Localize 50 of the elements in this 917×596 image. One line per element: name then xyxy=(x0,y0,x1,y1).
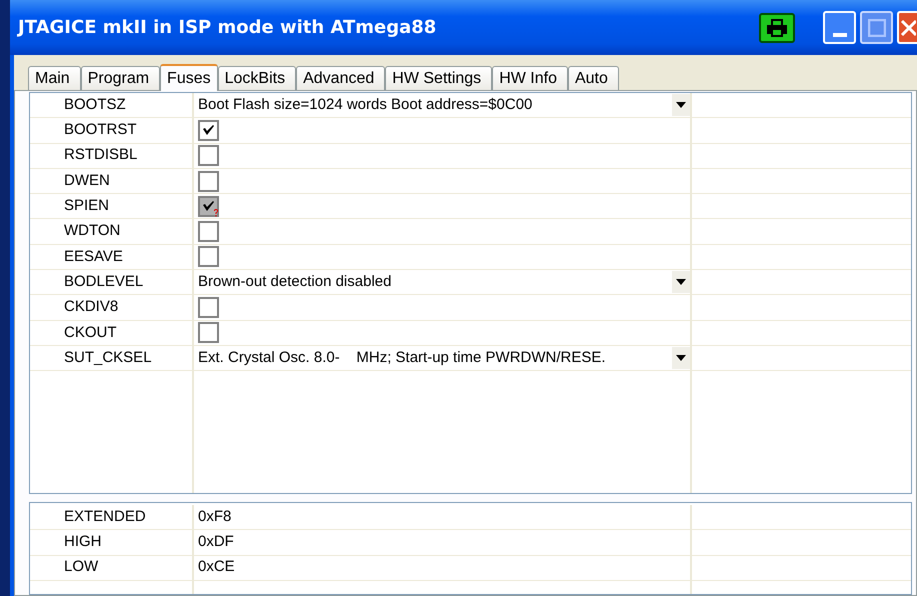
fuse-byte-value: 0xF8 xyxy=(198,506,232,527)
tab[interactable]: Auto xyxy=(568,66,619,90)
fuse-name: EESAVE xyxy=(64,246,123,267)
tab[interactable]: HW Info xyxy=(492,66,568,90)
checkbox[interactable] xyxy=(198,322,219,344)
maximize-icon xyxy=(868,18,886,36)
fuse-byte-value: 0xCE xyxy=(198,557,235,578)
fuse-name: CKDIV8 xyxy=(64,297,118,318)
fuse-name: BOOTSZ xyxy=(64,94,126,115)
printer-button[interactable] xyxy=(759,12,795,42)
checkbox[interactable] xyxy=(198,221,219,242)
fuse-name: RSTDISBL xyxy=(64,145,138,166)
dropdown[interactable]: Ext. Crystal Osc. 8.0- MHz; Start-up time PWRDWN/RESE. xyxy=(198,346,690,370)
dropdown[interactable]: Brown-out detection disabled xyxy=(198,270,690,294)
fuse-name: DWEN xyxy=(64,170,110,191)
fuse-byte-value: 0xDF xyxy=(198,532,234,552)
minimize-icon xyxy=(832,33,846,37)
printer-icon xyxy=(766,18,788,38)
tab[interactable]: Main xyxy=(28,66,81,90)
fuse-name: LOW xyxy=(64,557,98,578)
fuse-name: SUT_CKSEL xyxy=(64,348,152,368)
fuse-name: HIGH xyxy=(64,532,102,552)
fuse-name: WDTON xyxy=(64,221,120,242)
fuse-name: SPIEN xyxy=(64,196,110,216)
close-icon xyxy=(900,18,916,36)
tab[interactable]: Program xyxy=(80,66,160,90)
checkmark-icon xyxy=(203,201,214,212)
checkbox[interactable] xyxy=(198,246,219,268)
fuse-name: CKOUT xyxy=(64,322,116,343)
dropdown[interactable]: Boot Flash size=1024 words Boot address=$0C00 xyxy=(198,93,690,118)
window-title: JTAGICE mkII in ISP mode with ATmega88 xyxy=(18,16,436,40)
caret-icon xyxy=(676,355,686,362)
checkbox[interactable] xyxy=(198,145,219,166)
checkbox[interactable] xyxy=(198,120,219,141)
tab[interactable]: Fuses xyxy=(160,64,218,91)
checkbox[interactable] xyxy=(198,170,219,192)
checkmark-icon xyxy=(203,125,214,136)
tab[interactable]: LockBits xyxy=(218,66,296,90)
checkbox[interactable] xyxy=(198,297,219,318)
fuse-name: BOOTRST xyxy=(64,120,137,140)
maximize-button[interactable] xyxy=(860,11,893,44)
close-button[interactable] xyxy=(897,11,917,44)
fuse-name: BODLEVEL xyxy=(64,272,144,292)
minimize-button[interactable] xyxy=(823,11,856,44)
question-mark-icon xyxy=(213,208,219,217)
tab[interactable]: Advanced xyxy=(296,66,386,90)
caret-icon xyxy=(676,102,686,108)
caret-icon xyxy=(676,279,686,286)
fuse-name: EXTENDED xyxy=(64,506,146,527)
tab[interactable]: HW Settings xyxy=(385,66,492,90)
